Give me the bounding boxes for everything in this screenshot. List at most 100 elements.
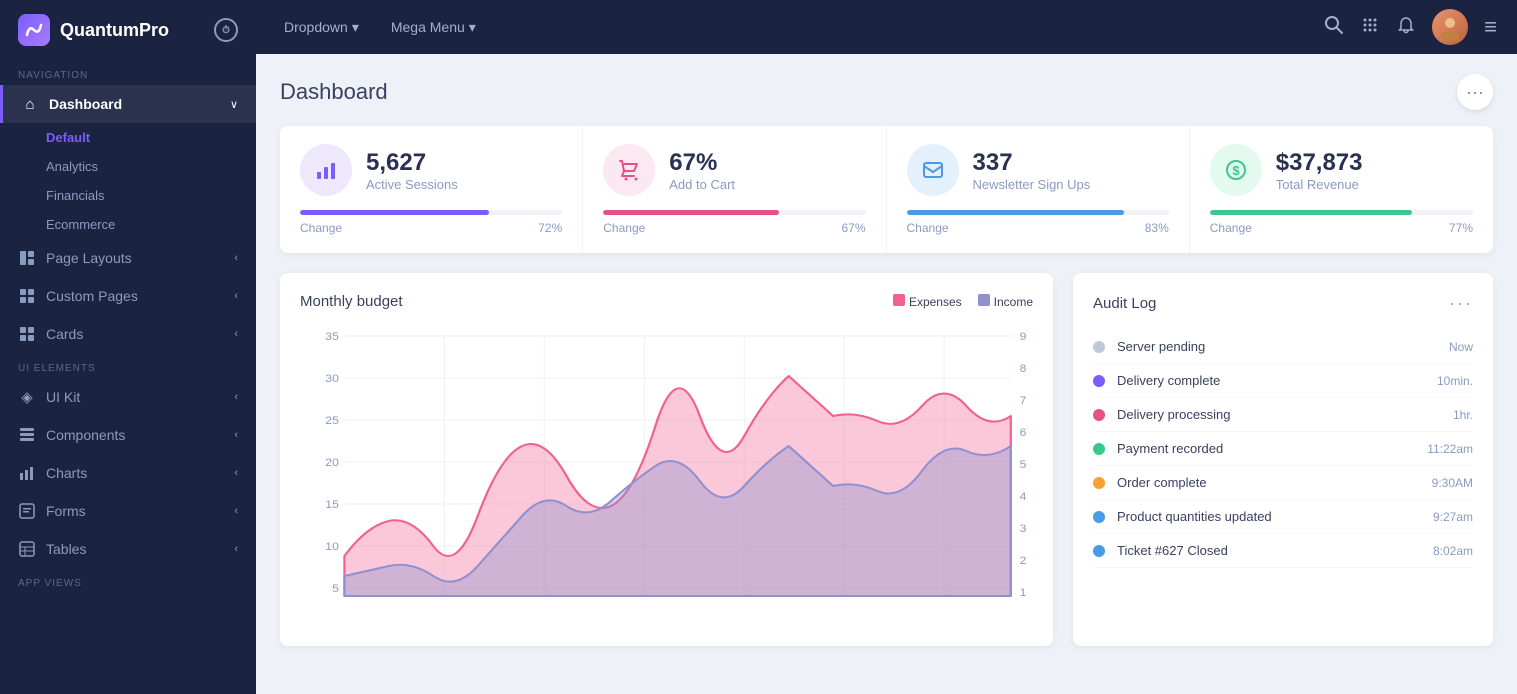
topnav: Dropdown ▾ Mega Menu ▾ ≡ [256, 0, 1517, 54]
sidebar-item-cards[interactable]: Cards ‹ [0, 315, 256, 353]
svg-text:9: 9 [1020, 331, 1027, 343]
audit-dot-1 [1093, 375, 1105, 387]
stat-value-newsletter: 337 [973, 149, 1091, 177]
audit-item-2: Delivery processing 1hr. [1093, 398, 1473, 432]
stat-icon-cart [603, 144, 655, 196]
svg-text:5: 5 [332, 583, 339, 595]
audit-dot-3 [1093, 443, 1105, 455]
svg-text:1: 1 [1020, 587, 1027, 599]
sidebar-item-default[interactable]: Default [0, 123, 256, 152]
stat-active-sessions: 5,627 Active Sessions Change 72% [280, 126, 583, 253]
sidebar-item-analytics[interactable]: Analytics [0, 152, 256, 181]
svg-text:30: 30 [325, 373, 339, 385]
sidebar-label-page-layouts: Page Layouts [46, 250, 132, 266]
audit-item-3: Payment recorded 11:22am [1093, 432, 1473, 466]
page-menu-button[interactable]: ··· [1457, 74, 1493, 110]
tables-icon [18, 540, 36, 558]
sidebar-item-charts[interactable]: Charts ‹ [0, 454, 256, 492]
search-icon[interactable] [1324, 15, 1344, 40]
clock-icon[interactable]: ⏱ [214, 18, 238, 42]
audit-item-4: Order complete 9:30AM [1093, 466, 1473, 500]
svg-text:20: 20 [325, 457, 339, 469]
audit-item-5: Product quantities updated 9:27am [1093, 500, 1473, 534]
page-title: Dashboard [280, 79, 388, 105]
sidebar-label-custom-pages: Custom Pages [46, 288, 138, 304]
audit-item-1: Delivery complete 10min. [1093, 364, 1473, 398]
audit-text-5: Product quantities updated [1117, 509, 1421, 524]
svg-text:4: 4 [1020, 491, 1027, 503]
sidebar-item-financials[interactable]: Financials [0, 181, 256, 210]
chevron-icon: ‹ [234, 252, 238, 264]
expenses-legend-dot [893, 294, 905, 306]
charts-row: Monthly budget Expenses Income [280, 273, 1493, 646]
bell-icon[interactable] [1396, 15, 1416, 40]
sidebar-label-dashboard: Dashboard [49, 96, 122, 112]
sidebar-label-forms: Forms [46, 503, 86, 519]
audit-time-6: 8:02am [1433, 544, 1473, 558]
sidebar-item-page-layouts[interactable]: Page Layouts ‹ [0, 239, 256, 277]
sidebar-item-ui-kit[interactable]: ◈ UI Kit ‹ [0, 378, 256, 416]
audit-item-6: Ticket #627 Closed 8:02am [1093, 534, 1473, 568]
sidebar-label-components: Components [46, 427, 125, 443]
stat-revenue: $ $37,873 Total Revenue Change 77% [1190, 126, 1493, 253]
chart-title-monthly: Monthly budget Expenses Income [300, 293, 1033, 310]
logo-icon [18, 14, 50, 46]
stat-icon-newsletter [907, 144, 959, 196]
forms-icon [18, 502, 36, 520]
svg-text:15: 15 [325, 499, 339, 511]
audit-dot-6 [1093, 545, 1105, 557]
svg-text:$: $ [1232, 163, 1240, 178]
chevron-down-icon: ∨ [230, 98, 238, 111]
audit-menu-button[interactable]: ··· [1449, 293, 1473, 314]
custom-pages-icon [18, 287, 36, 305]
sidebar-item-ecommerce[interactable]: Ecommerce [0, 210, 256, 239]
stat-bar-bg-sessions [300, 210, 562, 215]
charts-icon [18, 464, 36, 482]
stat-bar-bg-newsletter [907, 210, 1169, 215]
sidebar-item-dashboard[interactable]: ⌂ Dashboard ∨ [0, 85, 256, 123]
stat-change-pct-sessions: 72% [538, 221, 562, 235]
ui-section-label: UI ELEMENTS [0, 353, 256, 378]
chevron-icon-6: ‹ [234, 467, 238, 479]
chevron-icon-3: ‹ [234, 328, 238, 340]
sidebar-label-tables: Tables [46, 541, 86, 557]
audit-text-0: Server pending [1117, 339, 1437, 354]
sidebar-item-components[interactable]: Components ‹ [0, 416, 256, 454]
audit-time-1: 10min. [1437, 374, 1473, 388]
grid-icon[interactable] [1360, 15, 1380, 40]
sidebar-item-forms[interactable]: Forms ‹ [0, 492, 256, 530]
monthly-budget-chart: 35 30 25 20 15 10 5 9 8 7 6 5 4 [300, 326, 1033, 626]
sidebar-item-custom-pages[interactable]: Custom Pages ‹ [0, 277, 256, 315]
ui-kit-icon: ◈ [18, 388, 36, 406]
hamburger-icon[interactable]: ≡ [1484, 14, 1497, 40]
audit-time-5: 9:27am [1433, 510, 1473, 524]
stat-label-sessions: Active Sessions [366, 177, 458, 192]
topnav-right: ≡ [1324, 9, 1497, 45]
dashboard-icon: ⌂ [21, 95, 39, 113]
svg-text:5: 5 [1020, 459, 1027, 471]
income-legend-label: Income [994, 295, 1033, 309]
app-name: QuantumPro [60, 20, 169, 41]
logo[interactable]: QuantumPro ⏱ [0, 0, 256, 60]
sidebar-item-tables[interactable]: Tables ‹ [0, 530, 256, 568]
stat-newsletter: 337 Newsletter Sign Ups Change 83% [887, 126, 1190, 253]
main-content: Dropdown ▾ Mega Menu ▾ ≡ Dashboard [256, 0, 1517, 694]
svg-text:35: 35 [325, 331, 339, 343]
cards-icon [18, 325, 36, 343]
sidebar: QuantumPro ⏱ NAVIGATION ⌂ Dashboard ∨ De… [0, 0, 256, 694]
stat-bar-fill-revenue [1210, 210, 1413, 215]
svg-text:3: 3 [1020, 523, 1027, 535]
nav-section-label: NAVIGATION [0, 60, 256, 85]
mega-menu[interactable]: Mega Menu ▾ [383, 15, 484, 40]
audit-log-card: Audit Log ··· Server pending Now Deliver… [1073, 273, 1493, 646]
svg-text:2: 2 [1020, 555, 1027, 567]
sidebar-label-ui-kit: UI Kit [46, 389, 80, 405]
audit-dot-0 [1093, 341, 1105, 353]
dropdown-menu[interactable]: Dropdown ▾ [276, 15, 367, 40]
audit-text-4: Order complete [1117, 475, 1420, 490]
stat-value-sessions: 5,627 [366, 149, 458, 177]
expenses-legend-label: Expenses [909, 295, 962, 309]
audit-dot-4 [1093, 477, 1105, 489]
user-avatar[interactable] [1432, 9, 1468, 45]
stat-bar-bg-revenue [1210, 210, 1473, 215]
